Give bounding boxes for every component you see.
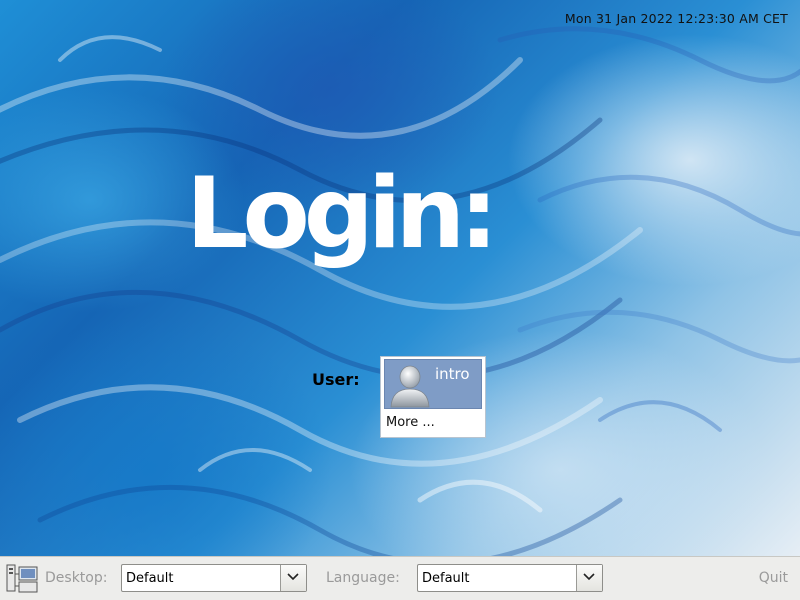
- desktop-select[interactable]: Default: [121, 564, 307, 592]
- language-select[interactable]: Default: [417, 564, 603, 592]
- language-select-button[interactable]: [576, 565, 602, 591]
- desktop-select-button[interactable]: [280, 565, 306, 591]
- user-name: intro: [435, 365, 470, 383]
- user-avatar-icon: [390, 365, 430, 408]
- user-label: User:: [312, 370, 360, 389]
- desktop-select-value: Default: [126, 571, 174, 586]
- login-screen: Mon 31 Jan 2022 12:23:30 AM CET Login: U…: [0, 0, 800, 600]
- clock: Mon 31 Jan 2022 12:23:30 AM CET: [564, 11, 788, 26]
- login-title: Login:: [186, 157, 498, 271]
- more-users-item[interactable]: More ...: [386, 415, 435, 430]
- language-select-value: Default: [422, 571, 470, 586]
- wallpaper-swirls: [0, 26, 800, 556]
- user-list: intro More ...: [380, 356, 486, 438]
- chevron-down-icon: [583, 573, 595, 581]
- language-label: Language:: [326, 570, 400, 586]
- wallpaper: [0, 0, 800, 556]
- bottom-bar: Desktop: Default Language: Default Quit: [0, 556, 800, 600]
- quit-button[interactable]: Quit: [759, 570, 788, 586]
- session-icon: [6, 564, 38, 593]
- chevron-down-icon: [287, 573, 299, 581]
- desktop-label: Desktop:: [45, 570, 108, 586]
- user-entry-intro[interactable]: intro: [384, 359, 482, 409]
